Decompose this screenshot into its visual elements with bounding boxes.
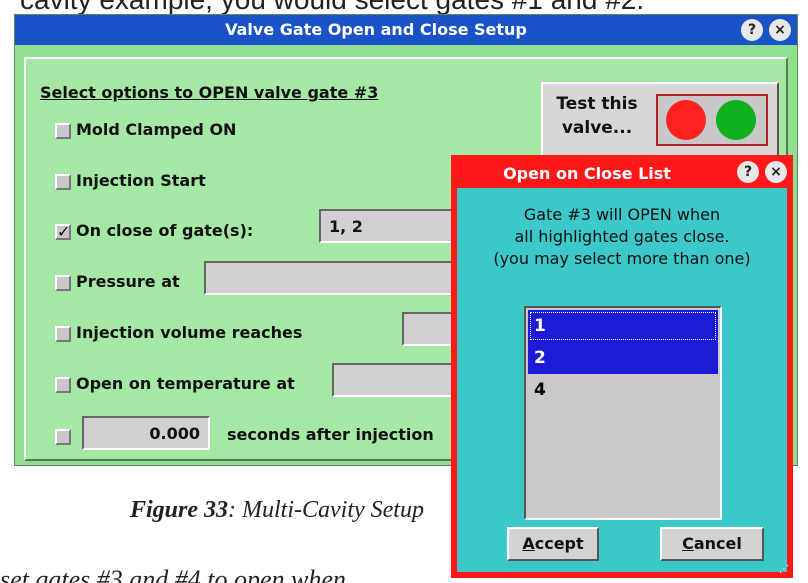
cancel-button[interactable]: Cancel <box>660 527 764 561</box>
injection-volume-label: Injection volume reaches <box>76 323 303 342</box>
injection-volume-checkbox[interactable] <box>55 326 71 342</box>
figure-caption: Figure 33: Multi-Cavity Setup <box>130 497 424 523</box>
temperature-label: Open on temperature at <box>76 374 295 393</box>
popup-help-icon[interactable]: ? <box>737 161 759 183</box>
popup-body: Gate #3 will OPEN when all highlighted g… <box>457 188 787 572</box>
temperature-checkbox[interactable] <box>55 377 71 393</box>
open-options-heading: Select options to OPEN valve gate #3 <box>40 83 379 102</box>
injection-start-label: Injection Start <box>76 171 206 190</box>
list-item[interactable]: 2 <box>528 342 718 374</box>
popup-close-icon[interactable]: × <box>765 161 787 183</box>
popup-message: Gate #3 will OPEN when all highlighted g… <box>493 205 751 268</box>
pressure-checkbox[interactable] <box>55 275 71 291</box>
window-title-bar: Valve Gate Open and Close Setup ? × <box>15 15 797 45</box>
mold-clamped-checkbox[interactable] <box>55 123 71 139</box>
list-item[interactable]: 4 <box>528 374 718 406</box>
pressure-field[interactable] <box>204 261 479 295</box>
open-on-close-dialog: Open on Close List ? × Gate #3 will OPEN… <box>451 155 793 578</box>
list-item[interactable]: 1 <box>528 310 718 342</box>
window-title: Valve Gate Open and Close Setup <box>225 20 527 39</box>
resize-grip-icon[interactable]: ⋰ <box>779 564 791 576</box>
gate-listbox[interactable]: 1 2 4 <box>524 306 722 520</box>
close-of-gates-checkbox[interactable]: ✓ <box>55 224 71 240</box>
seconds-after-label: seconds after injection <box>227 425 434 444</box>
test-valve-label: Test this valve... <box>556 94 638 138</box>
red-lamp-icon <box>666 100 706 140</box>
mold-clamped-label: Mold Clamped ON <box>76 120 237 139</box>
test-valve-button[interactable]: Test this valve... <box>541 82 779 157</box>
help-icon[interactable]: ? <box>741 19 763 41</box>
popup-title: Open on Close List <box>503 164 671 183</box>
valve-status-lamps <box>656 94 768 146</box>
seconds-field[interactable]: 0.000 <box>82 416 210 450</box>
pressure-label: Pressure at <box>76 272 180 291</box>
close-of-gates-label: On close of gate(s): <box>76 221 254 240</box>
document-bottom-text: set gates #3 and #4 to open when <box>0 565 346 583</box>
green-lamp-icon <box>716 100 756 140</box>
accept-button[interactable]: Accept <box>507 527 599 561</box>
popup-title-bar: Open on Close List ? × <box>451 155 793 188</box>
injection-start-checkbox[interactable] <box>55 174 71 190</box>
seconds-after-checkbox[interactable] <box>55 429 71 445</box>
close-icon[interactable]: × <box>769 19 791 41</box>
